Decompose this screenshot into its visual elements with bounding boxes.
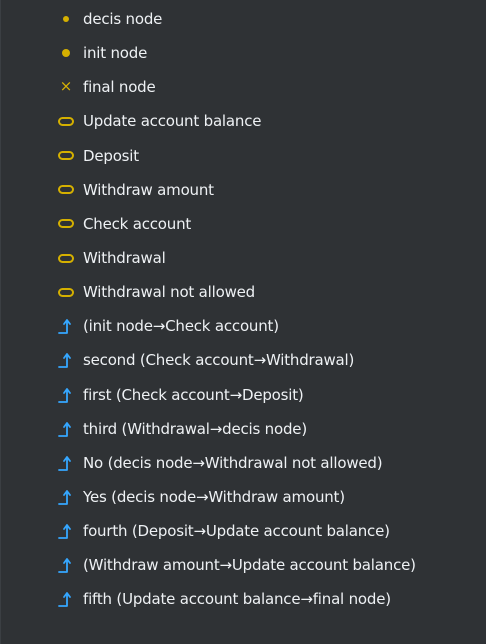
tree-item-label: fourth (Deposit→Update account balance) [83,522,390,541]
tree-item-label: Check account [83,214,192,233]
edge-icon [55,350,77,370]
tree-item-check-account[interactable]: Check account [1,207,486,241]
decision-node-icon [55,9,77,29]
edge-icon [55,316,77,336]
tree-item-label: Deposit [83,146,139,165]
tree-item-label: Yes (decis node→Withdraw amount) [83,488,345,507]
tree-item-label: fifth (Update account balance→final node… [83,590,391,609]
tree-item-label: second (Check account→Withdrawal) [83,351,355,370]
activity-node-icon [55,180,77,200]
tree-item-withdraw-amount[interactable]: Withdraw amount [1,173,486,207]
tree-item-edge-no[interactable]: No (decis node→Withdrawal not allowed) [1,446,486,480]
edge-icon [55,487,77,507]
tree-item-edge-fourth[interactable]: fourth (Deposit→Update account balance) [1,514,486,548]
tree-item-label: first (Check account→Deposit) [83,385,304,404]
tree-item-edge-first[interactable]: first (Check account→Deposit) [1,378,486,412]
activity-node-icon [55,282,77,302]
edge-icon [55,589,77,609]
edge-icon [55,385,77,405]
tree-item-final-node[interactable]: × final node [1,70,486,104]
tree-item-update-account-balance[interactable]: Update account balance [1,104,486,138]
tree-item-edge-init-to-check[interactable]: (init node→Check account) [1,309,486,343]
tree-item-label: (init node→Check account) [83,317,279,336]
edge-icon [55,521,77,541]
edge-icon [55,419,77,439]
tree-item-label: (Withdraw amount→Update account balance) [83,556,416,575]
tree-item-decis-node[interactable]: decis node [1,2,486,36]
tree-item-label: No (decis node→Withdrawal not allowed) [83,453,383,472]
tree-item-withdrawal[interactable]: Withdrawal [1,241,486,275]
tree-item-edge-third[interactable]: third (Withdrawal→decis node) [1,412,486,446]
initial-node-icon [55,43,77,63]
tree-item-edge-withdraw-to-update[interactable]: (Withdraw amount→Update account balance) [1,548,486,582]
tree-item-label: Withdrawal not allowed [83,283,255,302]
activity-node-icon [55,248,77,268]
edge-icon [55,555,77,575]
tree-item-label: third (Withdrawal→decis node) [83,419,307,438]
edge-icon [55,453,77,473]
tree-item-edge-yes[interactable]: Yes (decis node→Withdraw amount) [1,480,486,514]
tree-item-edge-second[interactable]: second (Check account→Withdrawal) [1,343,486,377]
tree-item-withdrawal-not-allowed[interactable]: Withdrawal not allowed [1,275,486,309]
tree-item-label: Update account balance [83,112,262,131]
tree-item-init-node[interactable]: init node [1,36,486,70]
tree-item-deposit[interactable]: Deposit [1,139,486,173]
tree-item-label: Withdraw amount [83,180,214,199]
activity-node-icon [55,214,77,234]
activity-node-icon [55,146,77,166]
tree-item-edge-fifth[interactable]: fifth (Update account balance→final node… [1,582,486,616]
activity-node-icon [55,111,77,131]
tree-item-label: decis node [83,10,163,29]
tree-item-label: init node [83,44,148,63]
model-tree-panel: decis node init node × final node Update… [0,0,486,644]
tree-item-label: Withdrawal [83,249,166,268]
final-node-icon: × [59,76,73,95]
tree-item-label: final node [83,78,156,97]
